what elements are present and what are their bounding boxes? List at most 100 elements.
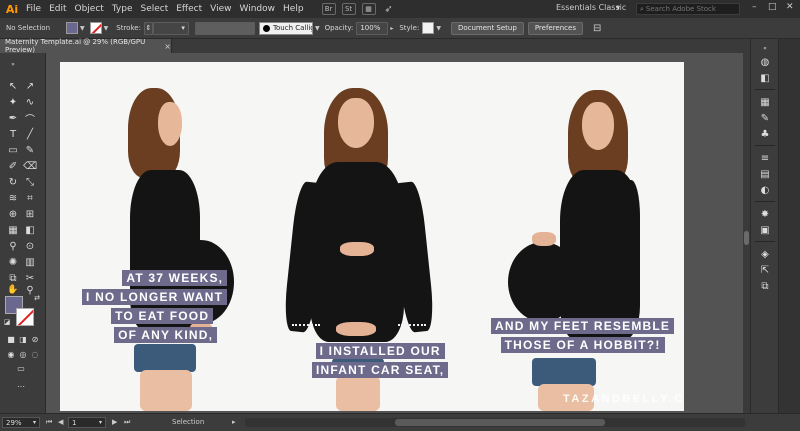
chevron-down-icon[interactable]: ▼ bbox=[104, 25, 109, 32]
paintbrush-tool-icon[interactable]: ✎ bbox=[23, 143, 37, 157]
symbols-icon[interactable]: ♣ bbox=[757, 127, 773, 141]
type-tool-icon[interactable]: T bbox=[6, 127, 20, 141]
caption-center[interactable]: I INSTALLED OUR INFANT CAR SEAT, bbox=[312, 343, 449, 381]
curvature-tool-icon[interactable]: ⌒ bbox=[23, 111, 37, 126]
zoom-input[interactable]: 29% ▾ bbox=[2, 417, 40, 428]
brush-definition[interactable]: Touch Callig... bbox=[258, 21, 313, 35]
search-box[interactable]: ⌕ bbox=[636, 3, 740, 15]
lasso-tool-icon[interactable]: ∿ bbox=[23, 95, 37, 109]
scale-tool-icon[interactable]: ⤡ bbox=[23, 175, 37, 189]
stroke-swatch[interactable] bbox=[89, 22, 102, 34]
menu-edit[interactable]: Edit bbox=[49, 4, 66, 14]
color-panel-icon[interactable]: ◍ bbox=[757, 55, 773, 69]
scrollbar-thumb[interactable] bbox=[395, 419, 605, 426]
previous-artboard-icon[interactable]: ◀ bbox=[58, 418, 63, 426]
magic-wand-tool-icon[interactable]: ✦ bbox=[6, 95, 20, 109]
first-artboard-icon[interactable]: ⏮ bbox=[46, 418, 52, 427]
selection-tool-icon[interactable]: ↖ bbox=[6, 79, 20, 93]
direct-selection-tool-icon[interactable]: ↗ bbox=[23, 79, 37, 93]
maximize-icon[interactable]: □ bbox=[768, 2, 777, 12]
menu-type[interactable]: Type bbox=[112, 4, 133, 14]
stroke-weight-input[interactable]: ▾ bbox=[152, 21, 189, 35]
canvas-area[interactable]: AT 37 WEEKS, I NO LONGER WANT TO EAT FOO… bbox=[47, 53, 750, 413]
stock-icon[interactable]: St bbox=[341, 3, 356, 15]
pen-tool-icon[interactable]: ✒ bbox=[6, 111, 20, 125]
gradient-panel-icon[interactable]: ▤ bbox=[757, 167, 773, 181]
minimize-icon[interactable]: – bbox=[752, 2, 757, 12]
eyedropper-tool-icon[interactable]: ⚲ bbox=[6, 239, 20, 253]
chevron-down-icon[interactable]: ▾ bbox=[616, 3, 620, 12]
menu-file[interactable]: File bbox=[26, 4, 41, 14]
transparency-icon[interactable]: ◐ bbox=[757, 183, 773, 197]
menu-effect[interactable]: Effect bbox=[176, 4, 202, 14]
swap-colors-icon[interactable]: ⇄ bbox=[30, 291, 44, 305]
collapse-icon[interactable]: » bbox=[6, 57, 20, 71]
preferences-button[interactable]: Preferences bbox=[527, 21, 583, 35]
symbol-sprayer-tool-icon[interactable]: ✺ bbox=[6, 255, 20, 269]
default-colors-icon[interactable]: ◪ bbox=[0, 315, 14, 329]
fill-swatch[interactable] bbox=[66, 22, 79, 34]
stroke-panel-icon[interactable]: ≡ bbox=[757, 151, 773, 165]
gradient-tool-icon[interactable]: ◧ bbox=[23, 223, 37, 237]
menu-help[interactable]: Help bbox=[283, 4, 304, 14]
artboard-number-input[interactable]: 1 ▾ bbox=[68, 417, 106, 428]
free-transform-tool-icon[interactable]: ⌗ bbox=[23, 191, 37, 205]
draw-inside-icon[interactable]: ◌ bbox=[28, 347, 42, 361]
caption-left[interactable]: AT 37 WEEKS, I NO LONGER WANT TO EAT FOO… bbox=[82, 270, 228, 346]
caption-right[interactable]: AND MY FEET RESEMBLE THOSE OF A HOBBIT?! bbox=[491, 318, 675, 356]
hand-tool-icon[interactable]: ✋ bbox=[6, 283, 20, 297]
artboard[interactable]: AT 37 WEEKS, I NO LONGER WANT TO EAT FOO… bbox=[60, 62, 684, 411]
brushes-icon[interactable]: ✎ bbox=[757, 111, 773, 125]
collapse-icon[interactable]: « bbox=[757, 41, 773, 55]
column-graph-tool-icon[interactable]: ▥ bbox=[23, 255, 37, 269]
align-icon[interactable]: ⊟ bbox=[593, 23, 601, 34]
menu-object[interactable]: Object bbox=[75, 4, 104, 14]
chevron-down-icon[interactable]: ▼ bbox=[436, 25, 441, 32]
search-input[interactable] bbox=[645, 5, 736, 13]
scrollbar-thumb[interactable] bbox=[744, 231, 749, 245]
close-window-icon[interactable]: ✕ bbox=[786, 2, 794, 12]
export-icon[interactable]: ⇱ bbox=[757, 263, 773, 277]
shaper-tool-icon[interactable]: ✐ bbox=[6, 159, 20, 173]
document-tab[interactable]: Maternity Template.ai @ 29% (RGB/GPU Pre… bbox=[0, 38, 172, 54]
line-tool-icon[interactable]: ╱ bbox=[23, 127, 37, 141]
swatches-icon[interactable]: ▦ bbox=[757, 95, 773, 109]
eraser-tool-icon[interactable]: ⌫ bbox=[23, 159, 37, 173]
rotate-tool-icon[interactable]: ↻ bbox=[6, 175, 20, 189]
grid-layout-icon[interactable]: ▦ bbox=[361, 3, 376, 15]
menu-window[interactable]: Window bbox=[240, 4, 276, 14]
mesh-tool-icon[interactable]: ▦ bbox=[6, 223, 20, 237]
last-artboard-icon[interactable]: ⏭ bbox=[124, 418, 130, 427]
chevron-down-icon[interactable]: ▼ bbox=[80, 25, 85, 32]
blend-tool-icon[interactable]: ⊙ bbox=[23, 239, 37, 253]
rectangle-tool-icon[interactable]: ▭ bbox=[6, 143, 20, 157]
opacity-input[interactable]: 100% bbox=[356, 21, 389, 35]
graphic-styles-icon[interactable]: ▣ bbox=[757, 223, 773, 237]
chevron-down-icon[interactable]: ▼ bbox=[315, 25, 320, 32]
sync-icon[interactable]: ➶ bbox=[382, 3, 396, 15]
document-setup-button[interactable]: Document Setup bbox=[450, 21, 524, 35]
status-menu-icon[interactable]: ▸ bbox=[232, 418, 236, 426]
close-icon[interactable]: × bbox=[164, 42, 171, 51]
edit-toolbar-icon[interactable]: ⋯ bbox=[14, 379, 28, 393]
menu-select[interactable]: Select bbox=[140, 4, 168, 14]
layers-icon[interactable]: ◈ bbox=[757, 247, 773, 261]
graphic-style-swatch[interactable] bbox=[422, 22, 435, 34]
next-artboard-icon[interactable]: ▶ bbox=[112, 418, 117, 426]
variable-width-profile[interactable] bbox=[194, 21, 255, 35]
horizontal-scrollbar[interactable] bbox=[245, 418, 745, 427]
stroke-weight-stepper[interactable]: ⇕ bbox=[143, 21, 153, 35]
artboards-icon[interactable]: ⧉ bbox=[757, 279, 773, 293]
stroke-color-box[interactable] bbox=[16, 308, 34, 326]
screen-mode-icon[interactable]: ▭ bbox=[14, 361, 28, 375]
menu-view[interactable]: View bbox=[210, 4, 231, 14]
none-mode-icon[interactable]: ⊘ bbox=[28, 332, 42, 346]
vertical-scrollbar[interactable] bbox=[743, 53, 750, 413]
perspective-grid-tool-icon[interactable]: ⊞ bbox=[23, 207, 37, 221]
shape-builder-tool-icon[interactable]: ⊕ bbox=[6, 207, 20, 221]
appearance-icon[interactable]: ✸ bbox=[757, 207, 773, 221]
chevron-right-icon[interactable]: ▸ bbox=[390, 25, 393, 32]
warp-tool-icon[interactable]: ≋ bbox=[6, 191, 20, 205]
color-guide-icon[interactable]: ◧ bbox=[757, 71, 773, 85]
bridge-icon[interactable]: Br bbox=[321, 3, 336, 15]
